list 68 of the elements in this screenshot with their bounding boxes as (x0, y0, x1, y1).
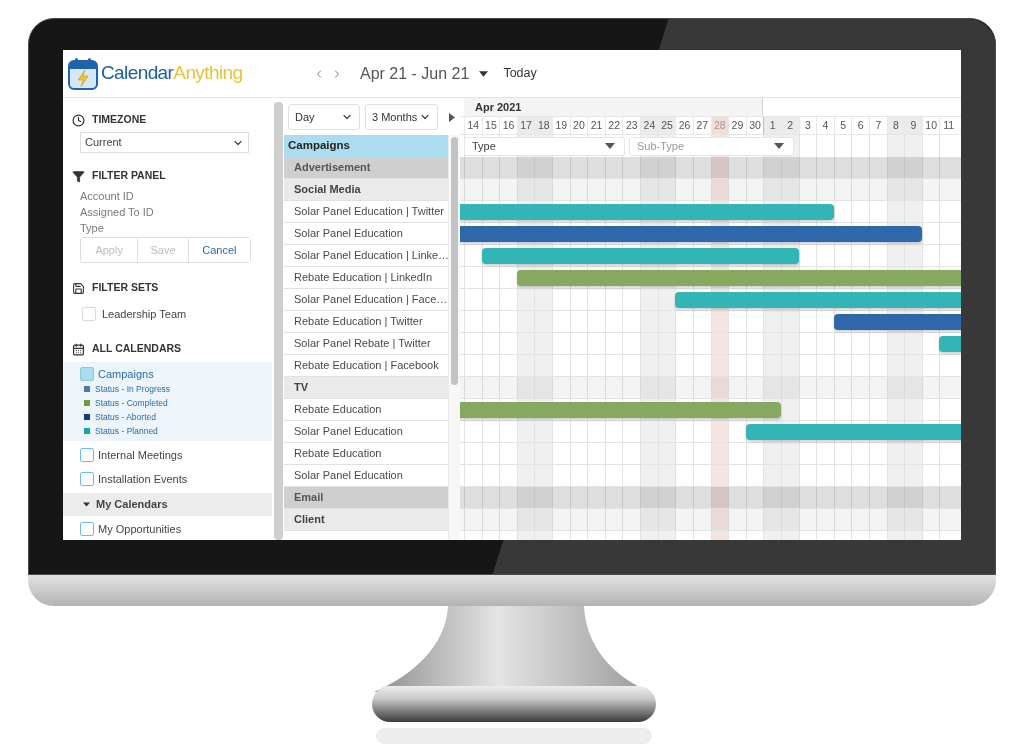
gantt-bar[interactable] (833, 314, 961, 330)
group-row[interactable]: Client (284, 509, 448, 531)
checkbox[interactable] (80, 472, 94, 486)
gantt-bar[interactable] (460, 402, 781, 418)
logo-icon (68, 57, 98, 90)
group-row[interactable]: TV (284, 377, 448, 399)
day-cell: 14 (464, 117, 482, 134)
day-cell: 21 (587, 117, 605, 134)
gantt-bar[interactable] (675, 292, 961, 308)
scrollbar[interactable] (451, 137, 458, 385)
section-heading: FILTER PANEL (92, 168, 166, 184)
section-heading: ALL CALENDARS (92, 341, 182, 357)
filter-dropdown[interactable]: Type (464, 136, 625, 156)
filter-set-label[interactable]: Leadership Team (102, 305, 187, 323)
filter-action-button[interactable]: Cancel (187, 238, 250, 262)
view-select[interactable]: Day (288, 104, 360, 130)
checkbox[interactable] (80, 448, 94, 462)
section-heading: TIMEZONE (92, 112, 147, 128)
caret-icon (479, 70, 489, 77)
legend-label: Status - Planned (95, 424, 158, 438)
filter-icon (72, 169, 85, 183)
legend-label: Status - Aborted (95, 410, 156, 424)
gantt-bar[interactable] (460, 204, 834, 220)
today-button[interactable]: Today (503, 64, 537, 83)
gantt-bar[interactable] (745, 424, 961, 440)
section-heading: FILTER SETS (92, 280, 159, 296)
checkbox[interactable] (82, 307, 96, 321)
day-cell: 9 (904, 117, 922, 134)
calendar-group-header[interactable]: My Calendars (63, 493, 272, 516)
logo-wordmark: CalendarAnything (101, 61, 243, 86)
day-cell: 1 (763, 117, 781, 134)
timezone-select[interactable]: Current (80, 132, 249, 153)
calendar-label[interactable]: Internal Meetings (98, 446, 183, 464)
calendar-label[interactable]: Installation Events (98, 470, 188, 488)
legend-label: Status - In Progress (95, 382, 171, 396)
gantt-bar[interactable] (460, 226, 922, 242)
calendar-icon (72, 342, 85, 356)
day-cell: 26 (675, 117, 693, 134)
scroll-right-button[interactable] (448, 112, 456, 122)
day-cell: 24 (640, 117, 658, 134)
clock-icon (72, 113, 85, 127)
filter-field-label: Assigned To ID (80, 204, 154, 220)
range-select[interactable]: 3 Months (365, 104, 438, 130)
scrollbar[interactable] (273, 102, 283, 540)
group-row[interactable]: Advertisement (284, 157, 448, 179)
caret-icon (774, 143, 784, 149)
day-cell: 19 (552, 117, 570, 134)
day-cell: 23 (622, 117, 641, 134)
gantt-bar[interactable] (481, 248, 799, 264)
play-triangle-icon (449, 112, 455, 122)
month-label: Apr 2021 (464, 98, 764, 116)
legend-label: Status - Completed (95, 396, 168, 410)
date-range: Apr 21 - Jun 21 (360, 63, 470, 84)
day-cell: 29 (728, 117, 746, 134)
checkbox[interactable] (80, 367, 94, 381)
filter-field-label: Type (80, 220, 104, 236)
calendar-label[interactable]: Campaigns (98, 365, 154, 383)
gantt-bar[interactable] (516, 270, 961, 286)
day-cell: 16 (499, 117, 517, 134)
calendar-label[interactable]: My Opportunities (98, 520, 182, 538)
group-row[interactable]: Social Media (284, 179, 448, 201)
day-cell: 18 (534, 117, 553, 134)
group-row[interactable]: Email (284, 487, 448, 509)
gantt-bar[interactable] (939, 336, 961, 352)
checkbox[interactable] (80, 522, 94, 536)
filter-field-label: Account ID (80, 188, 134, 204)
list-header[interactable]: Campaigns (284, 135, 448, 157)
caret-icon (605, 143, 615, 149)
